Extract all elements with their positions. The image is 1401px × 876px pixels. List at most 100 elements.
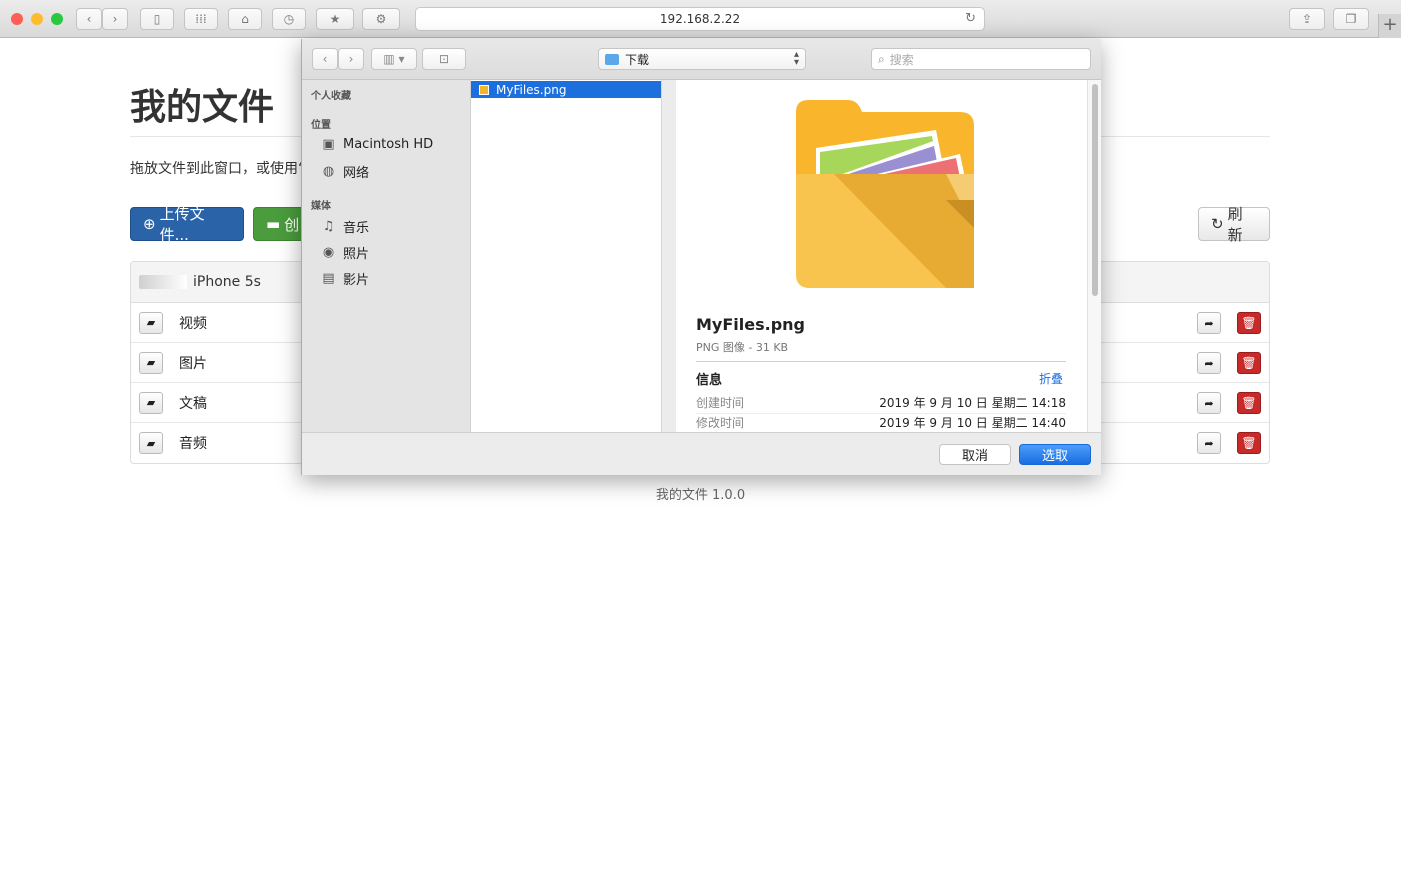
new-folder-button[interactable]: ⊡	[422, 48, 466, 70]
sidebar-icon: ▯	[153, 12, 161, 26]
device-name: iPhone 5s	[193, 274, 261, 290]
info-row-created: 创建时间 2019 年 9 月 10 日 星期二 14:18	[696, 394, 1066, 414]
back-button[interactable]: ‹	[76, 8, 102, 30]
delete-button[interactable]: 🗑	[1237, 352, 1261, 374]
dialog-button-bar: 取消 选取	[302, 432, 1101, 475]
clock-icon: ◷	[283, 12, 295, 26]
share-arrow-icon: ➦	[1204, 436, 1214, 450]
folder-name[interactable]: 图片	[179, 353, 207, 373]
chevron-left-icon: ‹	[322, 52, 328, 66]
scrollbar-thumb[interactable]	[1092, 84, 1098, 296]
chevron-left-icon: ‹	[86, 12, 92, 26]
dialog-toolbar: ‹ › ▥ ▾ ⊡ 下载 ▴ ▾ ⌕ 搜索	[302, 39, 1101, 80]
page-description: 拖放文件到此窗口，或使用“	[130, 161, 306, 177]
dialog-search-input[interactable]: ⌕ 搜索	[871, 48, 1091, 70]
bookmarks-button[interactable]: ★	[316, 8, 354, 30]
music-note-icon: ♫	[322, 219, 335, 234]
maximize-window-button[interactable]	[51, 13, 63, 25]
delete-button[interactable]: 🗑	[1237, 312, 1261, 334]
cancel-button[interactable]: 取消	[939, 444, 1011, 465]
dialog-back-button[interactable]: ‹	[312, 48, 338, 70]
page-title: 我的文件	[130, 87, 275, 128]
sidebar-item-photos[interactable]: ◉ 照片	[320, 243, 369, 262]
sidebar-item-movies[interactable]: ▤ 影片	[320, 269, 369, 288]
file-name: MyFiles.png	[496, 82, 567, 97]
info-label: 修改时间	[696, 416, 745, 430]
move-button[interactable]: ➦	[1197, 312, 1221, 334]
sidebar-item-music[interactable]: ♫ 音乐	[320, 217, 369, 236]
film-icon: ▤	[322, 271, 335, 286]
tabs-overview-button[interactable]: ❐	[1333, 8, 1369, 30]
grid-icon: ⁞⁞⁞	[195, 12, 207, 26]
share-icon: ⇪	[1301, 12, 1313, 26]
new-tab-button[interactable]: +	[1378, 14, 1401, 38]
sidebar-item-network[interactable]: ◍ 网络	[320, 162, 369, 181]
collapse-link[interactable]: 折叠	[1039, 370, 1063, 387]
updown-arrows-icon: ▴ ▾	[793, 49, 799, 68]
chevron-right-icon: ›	[112, 12, 118, 26]
create-label: 创	[284, 215, 300, 234]
folder-name[interactable]: 文稿	[179, 393, 207, 413]
file-item-selected[interactable]: MyFiles.png	[471, 81, 661, 98]
close-window-button[interactable]	[11, 13, 23, 25]
move-button[interactable]: ➦	[1197, 392, 1221, 414]
png-file-icon	[479, 84, 489, 95]
preview-scrollbar[interactable]	[1087, 80, 1101, 432]
minimize-window-button[interactable]	[31, 13, 43, 25]
info-heading: 信息	[696, 373, 723, 388]
sidebar-item-label: Macintosh HD	[343, 137, 434, 152]
upload-button[interactable]: ⊕ 上传文件...	[130, 205, 244, 244]
share-browser-button[interactable]: ⇪	[1289, 8, 1325, 30]
settings-button[interactable]: ⚙	[362, 8, 400, 30]
delete-button[interactable]: 🗑	[1237, 392, 1261, 414]
sidebar-toggle-button[interactable]: ▯	[140, 8, 174, 30]
folder-name[interactable]: 视频	[179, 313, 207, 333]
folder-open-icon: ▰	[139, 311, 163, 334]
share-arrow-icon: ➦	[1204, 396, 1214, 410]
sidebar-item-label: 音乐	[343, 221, 370, 236]
dialog-forward-button[interactable]: ›	[338, 48, 364, 70]
search-icon: ⌕	[878, 51, 885, 66]
delete-button[interactable]: 🗑	[1237, 432, 1261, 454]
move-button[interactable]: ➦	[1197, 432, 1221, 454]
refresh-icon: ↻	[1211, 215, 1224, 233]
location-popup[interactable]: 下载 ▴ ▾	[598, 48, 806, 70]
page-footer: 我的文件 1.0.0	[655, 488, 746, 503]
media-header: 媒体	[311, 201, 331, 212]
sidebar-item-label: 影片	[343, 273, 370, 288]
device-icon	[139, 275, 187, 289]
dialog-sidebar: 个人收藏 位置 ▣ Macintosh HD ◍ 网络 媒体 ♫ 音乐 ◉ 照片…	[302, 80, 471, 432]
url-text: 192.168.2.22	[659, 12, 741, 26]
columns-view-icon: ▥ ▾	[383, 52, 405, 66]
location-label: 下载	[625, 52, 650, 67]
sidebar-item-macintosh-hd[interactable]: ▣ Macintosh HD	[320, 136, 433, 153]
top-sites-button[interactable]: ⁞⁞⁞	[184, 8, 218, 30]
view-mode-button[interactable]: ▥ ▾	[371, 48, 417, 70]
info-row-modified: 修改时间 2019 年 9 月 10 日 星期二 14:40	[696, 414, 1066, 434]
folder-image-icon	[796, 100, 974, 288]
home-button[interactable]: ⌂	[228, 8, 262, 30]
upload-label: 上传文件...	[159, 205, 205, 244]
preview-file-name: MyFiles.png	[696, 315, 805, 334]
sidebar-item-label: 网络	[343, 166, 370, 181]
folder-name[interactable]: 音频	[179, 433, 207, 453]
forward-button[interactable]: ›	[102, 8, 128, 30]
file-column: MyFiles.png	[471, 80, 662, 432]
preview-file-meta: PNG 图像 - 31 KB	[696, 341, 789, 354]
star-icon: ★	[329, 12, 341, 26]
trash-icon: 🗑	[1241, 316, 1257, 330]
folder-icon: ▬	[266, 215, 281, 233]
info-value: 2019 年 9 月 10 日 星期二 14:40	[879, 416, 1066, 430]
move-button[interactable]: ➦	[1197, 352, 1221, 374]
network-globe-icon: ◍	[322, 164, 335, 179]
search-placeholder: 搜索	[889, 52, 914, 67]
choose-button[interactable]: 选取	[1019, 444, 1091, 465]
address-bar[interactable]: 192.168.2.22 ↻	[415, 7, 985, 31]
refresh-button[interactable]: ↻ 刷新	[1198, 205, 1270, 244]
reload-icon[interactable]: ↻	[965, 11, 976, 26]
favorites-header: 个人收藏	[311, 91, 351, 102]
folder-open-icon: ▰	[139, 432, 163, 454]
history-button[interactable]: ◷	[272, 8, 306, 30]
tabs-icon: ❐	[1345, 12, 1357, 26]
sidebar-item-label: 照片	[343, 247, 370, 262]
